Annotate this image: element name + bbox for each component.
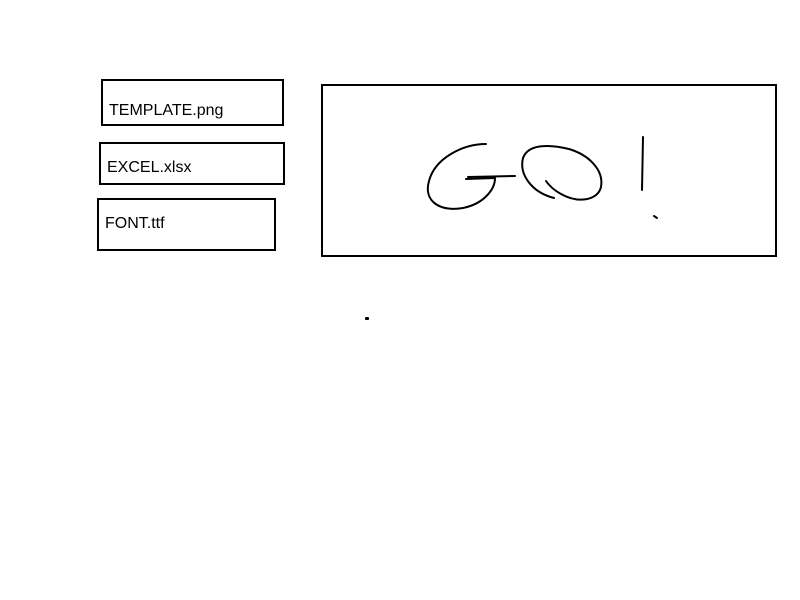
stray-dot — [365, 317, 369, 320]
file-font-ttf-button[interactable]: FONT.ttf — [97, 198, 276, 251]
file-excel-xlsx-button[interactable]: EXCEL.xlsx — [99, 142, 285, 185]
file-label: EXCEL.xlsx — [107, 159, 192, 176]
file-label: TEMPLATE.png — [109, 102, 224, 119]
file-label: FONT.ttf — [105, 215, 165, 232]
go-button[interactable] — [321, 84, 777, 257]
go-handwritten-drawing — [426, 136, 658, 219]
file-template-png-button[interactable]: TEMPLATE.png — [101, 79, 284, 126]
